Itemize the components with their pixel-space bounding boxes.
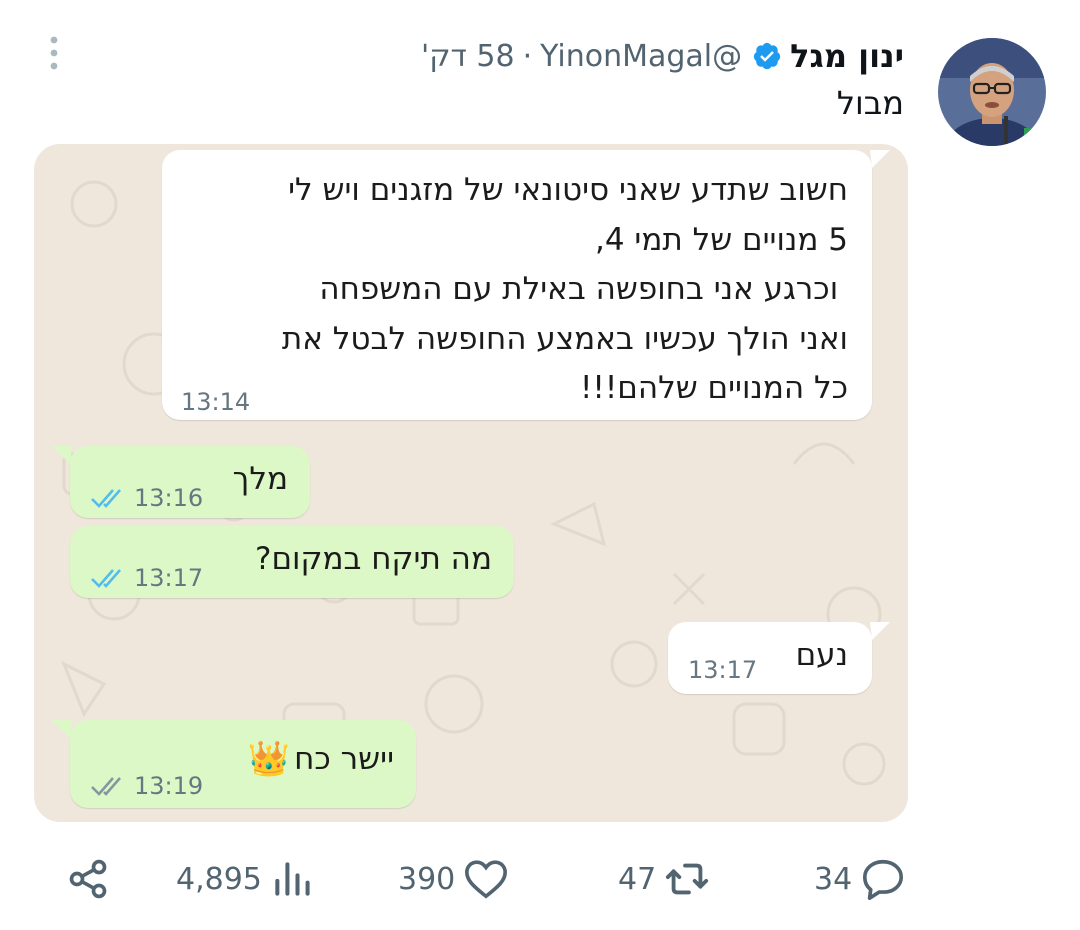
views-icon bbox=[275, 862, 310, 896]
separator-dot: · bbox=[522, 38, 533, 74]
reply-button[interactable]: 34 bbox=[814, 852, 906, 906]
message-time: 13:16 bbox=[90, 484, 203, 512]
retweet-button[interactable]: 47 bbox=[618, 852, 710, 906]
author-name[interactable]: ינון מגל bbox=[790, 37, 904, 75]
chat-screenshot[interactable]: חשוב שתדע שאני סיטונאי של מזגנים ויש לי 5… bbox=[34, 144, 908, 822]
message-time: 13:19 bbox=[90, 772, 203, 800]
bubble-tail bbox=[870, 150, 890, 168]
more-vertical-icon[interactable] bbox=[46, 36, 62, 70]
likes-count: 390 bbox=[398, 861, 456, 897]
read-ticks-icon bbox=[91, 569, 121, 588]
chat-message-incoming[interactable]: חשוב שתדע שאני סיטונאי של מזגנים ויש לי 5… bbox=[162, 150, 872, 420]
avatar[interactable] bbox=[938, 38, 1046, 146]
chat-message-outgoing[interactable]: מלך 13:16 bbox=[70, 446, 310, 518]
message-text: מה תיקח במקום? bbox=[254, 541, 492, 577]
chat-message-outgoing[interactable]: מה תיקח במקום? 13:17 bbox=[70, 526, 514, 598]
bubble-tail bbox=[52, 446, 72, 464]
tweet-time[interactable]: 58 דק' bbox=[421, 39, 515, 74]
replies-count: 34 bbox=[814, 861, 853, 897]
message-time: 13:17 bbox=[90, 564, 203, 592]
retweets-count: 47 bbox=[618, 861, 657, 897]
like-button[interactable]: 390 bbox=[398, 852, 509, 906]
reply-icon bbox=[863, 859, 904, 900]
bubble-tail bbox=[52, 720, 72, 738]
views-count: 4,895 bbox=[176, 861, 262, 897]
chat-message-incoming[interactable]: נעם 13:17 bbox=[668, 622, 872, 694]
retweet-icon bbox=[666, 863, 709, 895]
read-ticks-icon bbox=[91, 489, 121, 508]
like-icon bbox=[465, 860, 508, 899]
crown-emoji: 👑 bbox=[247, 739, 291, 779]
message-time: 13:14 bbox=[181, 388, 251, 416]
message-text: יישר כח 👑 bbox=[248, 734, 394, 785]
bubble-tail bbox=[870, 622, 890, 640]
delivered-ticks-icon bbox=[91, 777, 121, 796]
message-text: נעם bbox=[795, 637, 848, 673]
tweet-text: מבול bbox=[836, 84, 904, 122]
tweet-header: ינון מגל @YinonMagal · 58 דק' bbox=[421, 34, 904, 78]
share-icon bbox=[69, 859, 107, 899]
share-button[interactable] bbox=[66, 852, 110, 906]
verified-badge-icon bbox=[752, 41, 782, 71]
message-time: 13:17 bbox=[688, 656, 758, 684]
views-button[interactable]: 4,895 bbox=[176, 852, 314, 906]
author-handle[interactable]: @YinonMagal bbox=[540, 39, 742, 74]
message-text: חשוב שתדע שאני סיטונאי של מזגנים ויש לי 5… bbox=[281, 172, 848, 406]
chat-message-outgoing[interactable]: יישר כח 👑 13:19 bbox=[70, 720, 416, 808]
message-text: מלך bbox=[232, 461, 288, 497]
